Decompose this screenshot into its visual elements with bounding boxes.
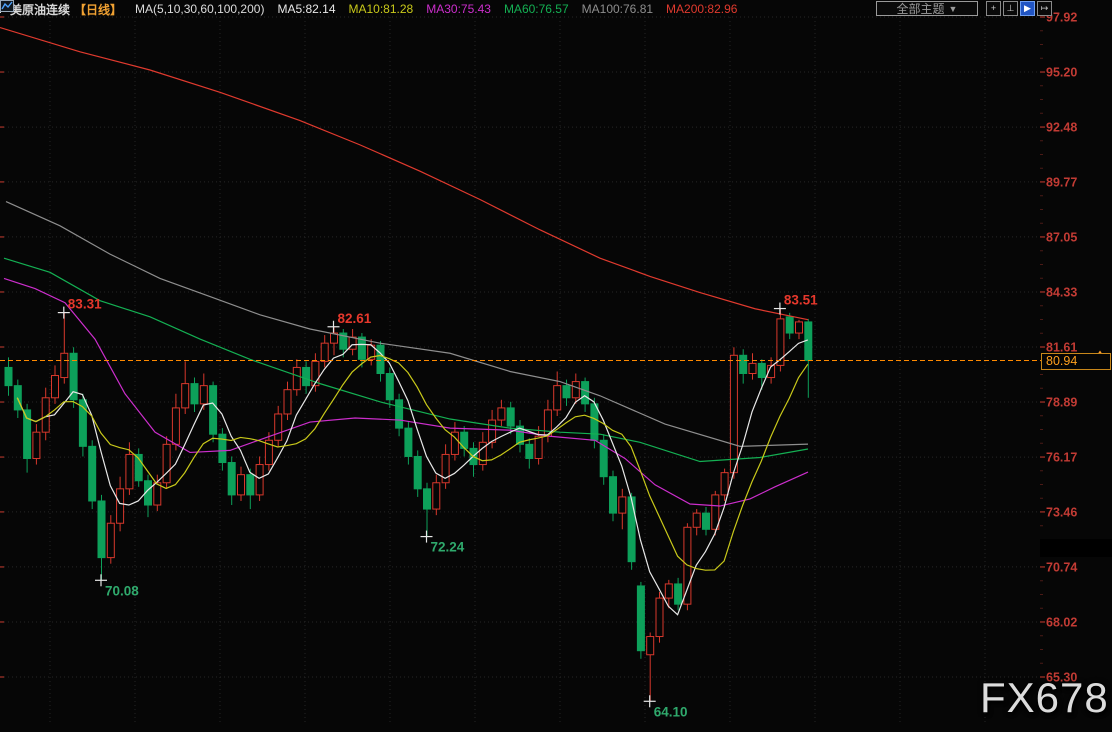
price-axis-label: 73.46	[1046, 505, 1077, 519]
crosshair-icon[interactable]: +	[986, 1, 1001, 16]
price-axis-label: 95.20	[1046, 66, 1077, 80]
theme-dropdown-label: 全部主题	[896, 2, 945, 16]
ma-value-label: MA10:81.28	[348, 2, 414, 16]
ma-value-label: MA60:76.57	[503, 2, 569, 16]
price-axis-label: 87.05	[1046, 230, 1077, 244]
swing-high-label: 83.51	[784, 293, 818, 308]
price-axis-label: 68.02	[1046, 615, 1077, 629]
price-axis-label: 78.89	[1046, 396, 1077, 410]
price-axis-label: 92.48	[1046, 121, 1077, 135]
price-axis-label: 84.33	[1046, 285, 1077, 299]
ma-value-label: MA30:75.43	[426, 2, 491, 16]
current-price-badge: 80.94	[1041, 352, 1111, 370]
watermark: FX678	[980, 674, 1109, 721]
theme-dropdown[interactable]: 全部主题 ▼	[876, 1, 978, 16]
price-axis-label: 70.74	[1046, 560, 1077, 574]
chevron-down-icon: ▼	[948, 3, 958, 14]
trading-app: 97.92 95.20 92.48 89.77 87.05 84.33 81.61 78.89…	[0, 0, 1112, 732]
axis-scale-icon[interactable]: ⊥	[1003, 1, 1018, 16]
symbol-title: 美原油连续	[10, 2, 71, 17]
price-axis-label: 76.17	[1046, 451, 1077, 465]
swing-high-label: 83.31	[68, 297, 102, 312]
price-axis-label: 89.77	[1046, 175, 1077, 189]
pan-right-icon[interactable]: ↦	[1037, 1, 1052, 16]
ma-value-label: MA100:76.81	[581, 2, 654, 16]
ma-settings-label: MA(5,10,30,60,100,200)	[135, 2, 265, 16]
ma-values: MA5:82.14 MA10:81.28 MA30:75.43 MA60:76.57 M…	[264, 2, 737, 16]
axis-play-icon[interactable]: ▶	[1020, 1, 1035, 16]
toolbar-icons: + ⊥ ▶ ↦	[984, 1, 1052, 16]
swing-high-label: 82.61	[338, 311, 372, 326]
ma-value-label: MA5:82.14	[277, 2, 336, 16]
swing-low-label: 70.08	[105, 583, 139, 598]
header: 美原油连续 【日线】 MA(5,10,30,60,100,200) MA5:82…	[0, 0, 737, 18]
toolbar: 全部主题 ▼ + ⊥ ▶ ↦	[876, 1, 1052, 16]
ma-value-label: MA200:82.96	[666, 2, 738, 16]
axis-cover-patch	[1040, 539, 1112, 557]
chart-canvas[interactable]: 97.9295.2092.4889.7787.0584.3381.6178.89…	[0, 0, 1112, 732]
period-label[interactable]: 【日线】	[74, 1, 122, 18]
swing-low-label: 72.24	[431, 540, 465, 555]
swing-low-label: 64.10	[654, 704, 688, 719]
